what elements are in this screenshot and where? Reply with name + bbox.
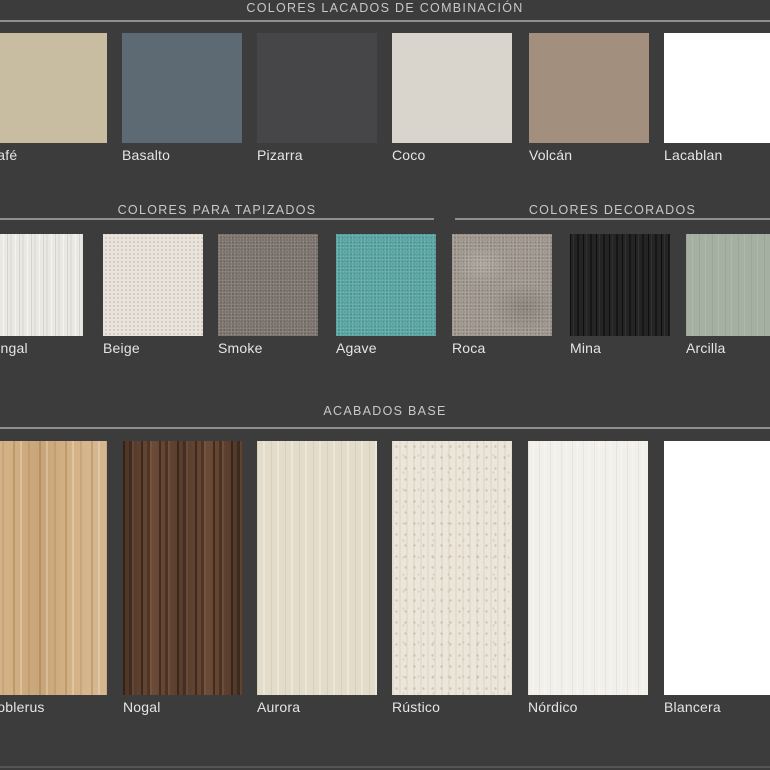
swatch-roca-tile xyxy=(452,234,552,336)
section-title-lacados: COLORES LACADOS DE COMBINACIÓN xyxy=(0,1,770,15)
swatch-smoke-label: Smoke xyxy=(218,340,318,356)
swatch-aurora-tile xyxy=(257,441,377,695)
swatch-nogal-label: Nogal xyxy=(123,699,243,715)
swatch-rustico-label: Rústico xyxy=(392,699,512,715)
swatch-agave-label: Agave xyxy=(336,340,436,356)
swatch-nogal-tile xyxy=(123,441,243,695)
swatch-roblerus-label: Roblerus xyxy=(0,699,107,715)
swatch-blancera-label: Blancera xyxy=(664,699,770,715)
swatch-volcan-label: Volcán xyxy=(529,147,649,163)
swatch-smoke-tile xyxy=(218,234,318,336)
swatch-beige-label: Beige xyxy=(103,340,203,356)
swatch-beige: Beige xyxy=(103,234,203,356)
swatch-bengal: Bengal xyxy=(0,234,83,356)
swatch-arcilla: Arcilla xyxy=(686,234,770,356)
swatch-basalto-tile xyxy=(122,33,242,143)
swatch-aurora: Aurora xyxy=(257,441,377,715)
swatch-nordico-tile xyxy=(528,441,648,695)
swatch-smoke: Smoke xyxy=(218,234,318,356)
swatch-mina-tile xyxy=(570,234,670,336)
swatch-blancera-tile xyxy=(664,441,770,695)
swatch-coco: Coco xyxy=(392,33,512,163)
divider-top xyxy=(0,20,770,22)
swatch-rustico: Rústico xyxy=(392,441,512,715)
swatch-coco-tile xyxy=(392,33,512,143)
section-title-acabados: ACABADOS BASE xyxy=(0,404,770,418)
swatch-bengal-label: Bengal xyxy=(0,340,83,356)
swatch-roca-label: Roca xyxy=(452,340,552,356)
swatch-agave: Agave xyxy=(336,234,436,356)
section-title-tapizados: COLORES PARA TAPIZADOS xyxy=(0,203,434,217)
swatch-cafe-tile xyxy=(0,33,107,143)
swatch-roblerus: Roblerus xyxy=(0,441,107,715)
swatch-pizarra-tile xyxy=(257,33,377,143)
swatch-mina: Mina xyxy=(570,234,670,356)
swatch-aurora-label: Aurora xyxy=(257,699,377,715)
swatch-rustico-tile xyxy=(392,441,512,695)
swatch-mina-label: Mina xyxy=(570,340,670,356)
swatch-volcan: Volcán xyxy=(529,33,649,163)
swatch-cafe-label: Café xyxy=(0,147,107,163)
swatch-lacablan-tile xyxy=(664,33,770,143)
swatch-beige-tile xyxy=(103,234,203,336)
section-title-decorados: COLORES DECORADOS xyxy=(455,203,770,217)
swatch-nordico-label: Nórdico xyxy=(528,699,648,715)
divider-decorados xyxy=(455,218,770,220)
swatch-lacablan: Lacablan xyxy=(664,33,770,163)
swatch-agave-tile xyxy=(336,234,436,336)
swatch-nogal: Nogal xyxy=(123,441,243,715)
divider-acabados xyxy=(0,427,770,429)
swatch-roblerus-tile xyxy=(0,441,107,695)
swatch-cafe: Café xyxy=(0,33,107,163)
divider-tapizados xyxy=(0,218,434,220)
swatch-pizarra: Pizarra xyxy=(257,33,377,163)
swatch-lacablan-label: Lacablan xyxy=(664,147,770,163)
swatch-pizarra-label: Pizarra xyxy=(257,147,377,163)
swatch-coco-label: Coco xyxy=(392,147,512,163)
swatch-volcan-tile xyxy=(529,33,649,143)
swatch-basalto-label: Basalto xyxy=(122,147,242,163)
swatch-blancera: Blancera xyxy=(664,441,770,715)
swatch-arcilla-tile xyxy=(686,234,770,336)
divider-bottom xyxy=(0,766,770,768)
swatch-roca: Roca xyxy=(452,234,552,356)
swatch-bengal-tile xyxy=(0,234,83,336)
swatch-arcilla-label: Arcilla xyxy=(686,340,770,356)
swatch-nordico: Nórdico xyxy=(528,441,648,715)
swatch-basalto: Basalto xyxy=(122,33,242,163)
